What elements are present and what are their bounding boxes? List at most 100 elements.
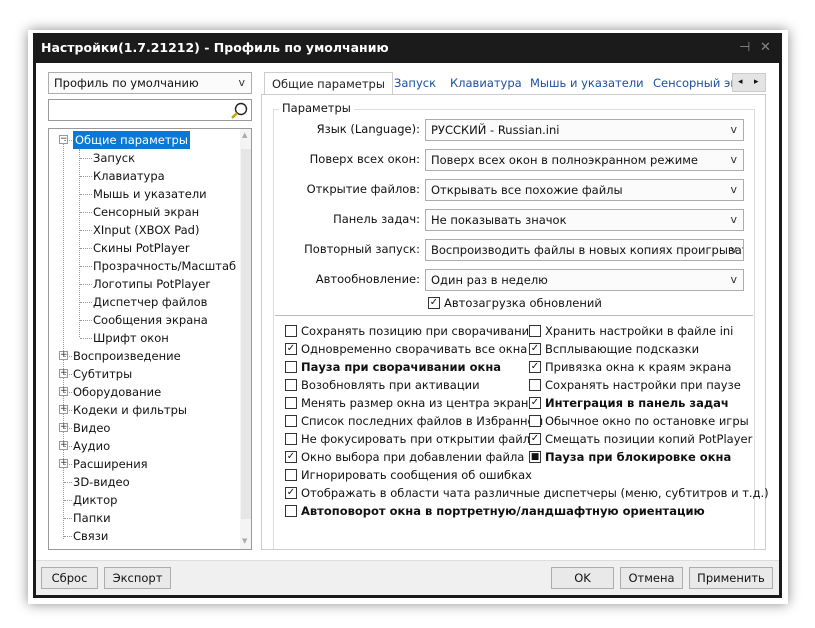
tree-item[interactable]: Шрифт окон xyxy=(49,329,239,347)
field-select[interactable]: Один раз в неделю v xyxy=(425,269,744,291)
checkbox[interactable]: Сохранять позицию при сворачивании xyxy=(285,322,537,340)
tab-scroll-right-icon[interactable]: ▸ xyxy=(754,74,759,91)
tab-1[interactable]: Запуск xyxy=(394,72,436,94)
chevron-down-icon: v xyxy=(730,153,737,166)
tree-item[interactable]: Логотипы PotPlayer xyxy=(49,275,239,293)
settings-window: Настройки(1.7.21212) - Профиль по умолча… xyxy=(33,33,782,598)
export-button[interactable]: Экспорт xyxy=(104,567,171,589)
checkbox-label: Автозагрузка обновлений xyxy=(444,296,602,310)
field-select[interactable]: Не показывать значок v xyxy=(425,209,744,231)
checkbox[interactable]: Не фокусировать при открытии файла xyxy=(285,430,537,448)
checkbox[interactable]: ✓ Всплывающие подсказки xyxy=(529,340,699,358)
tree-dots xyxy=(80,302,92,303)
tree-item[interactable]: Сообщения экрана xyxy=(49,311,239,329)
checkbox[interactable]: ✓ Автозагрузка обновлений xyxy=(428,294,602,312)
tree-item[interactable]: XInput (XBOX Pad) xyxy=(49,221,239,239)
checkbox[interactable]: Игнорировать сообщения об ошибках xyxy=(285,466,532,484)
tree-item[interactable]: + Видео xyxy=(49,419,239,437)
tree-item-label: Воспроизведение xyxy=(73,349,181,363)
tree-dots xyxy=(64,428,72,429)
checkbox-off-icon xyxy=(529,415,541,427)
tree-item[interactable]: Мышь и указатели xyxy=(49,185,239,203)
profile-select[interactable]: Профиль по умолчанию v xyxy=(48,72,252,94)
tab-3[interactable]: Мышь и указатели xyxy=(530,72,644,94)
tab-4[interactable]: Сенсорный экран xyxy=(653,72,732,94)
tree-dots xyxy=(80,212,92,213)
tab-0[interactable]: Общие параметры xyxy=(264,72,393,95)
checkbox[interactable]: ✓ Привязка окна к краям экрана xyxy=(529,358,731,376)
field-select[interactable]: РУССКИЙ - Russian.ini v xyxy=(425,119,744,141)
checkbox-off-icon xyxy=(529,379,541,391)
close-icon[interactable]: ✕ xyxy=(760,33,771,63)
chevron-down-icon: v xyxy=(730,183,737,196)
separator xyxy=(275,315,753,316)
tree-item-label: Шрифт окон xyxy=(93,331,169,345)
field-value: РУССКИЙ - Russian.ini xyxy=(431,123,560,137)
scroll-down-icon[interactable]: ▼ xyxy=(242,537,247,545)
tree-item[interactable]: + Расширения xyxy=(49,455,239,473)
tree-item[interactable]: Связи xyxy=(49,527,239,545)
field-value: Открывать все похожие файлы xyxy=(431,183,623,197)
checkbox-label: Смещать позиции копий PotPlayer xyxy=(545,432,753,446)
tree-item-label: Диспетчер файлов xyxy=(93,295,208,309)
pin-icon[interactable]: ⊣ xyxy=(739,33,750,63)
tree-item[interactable]: Папки xyxy=(49,509,239,527)
checkbox[interactable]: ✓ Окно выбора при добавлении файла xyxy=(285,448,524,466)
scroll-thumb[interactable] xyxy=(241,149,251,519)
tab-scroll-left-icon[interactable]: ◂ xyxy=(738,74,743,91)
tree-dots xyxy=(64,482,72,483)
field-select[interactable]: Поверх всех окон в полноэкранном режиме v xyxy=(425,149,744,171)
field-label: Открытие файлов: xyxy=(306,182,420,196)
field-label: Поверх всех окон: xyxy=(309,152,420,166)
checkbox[interactable]: ✓ Интеграция в панель задач xyxy=(529,394,729,412)
tree-dots xyxy=(64,140,72,141)
search-icon[interactable] xyxy=(230,102,248,119)
tree-item[interactable]: Запуск xyxy=(49,149,239,167)
tree-item[interactable]: Сенсорный экран xyxy=(49,203,239,221)
tree-item[interactable]: + Воспроизведение xyxy=(49,347,239,365)
ok-button[interactable]: OK xyxy=(551,567,614,589)
checkbox[interactable]: Сохранять настройки при паузе xyxy=(529,376,741,394)
window-title: Настройки(1.7.21212) - Профиль по умолча… xyxy=(41,40,389,55)
tab-2[interactable]: Клавиатура xyxy=(450,72,522,94)
tree-dots xyxy=(64,392,72,393)
tree-item[interactable]: − Общие параметры xyxy=(49,131,239,149)
field-select[interactable]: Воспроизводить файлы в новых копиях прои… xyxy=(425,239,744,261)
checkbox[interactable]: Возобновлять при активации xyxy=(285,376,480,394)
tree-item[interactable]: + Оборудование xyxy=(49,383,239,401)
checkbox[interactable]: ✓ Смещать позиции копий PotPlayer xyxy=(529,430,752,448)
tree-item[interactable]: Прозрачность/Масштаб xyxy=(49,257,239,275)
tree-item[interactable]: Диктор xyxy=(49,491,239,509)
checkbox[interactable]: Список последних файлов в Избранном xyxy=(285,412,543,430)
checkbox[interactable]: Менять размер окна из центра экрана xyxy=(285,394,535,412)
search-input[interactable] xyxy=(49,100,229,120)
field-label: Автообновление: xyxy=(315,272,420,286)
checkbox[interactable]: Обычное окно по остановке игры xyxy=(529,412,749,430)
tree-item[interactable]: + Субтитры xyxy=(49,365,239,383)
apply-button[interactable]: Применить xyxy=(689,567,773,589)
cancel-button[interactable]: Отмена xyxy=(620,567,683,589)
tree-item[interactable]: Клавиатура xyxy=(49,167,239,185)
checkbox-label: Сохранять настройки при паузе xyxy=(545,378,741,392)
checkbox[interactable]: Автоповорот окна в портретную/ландшафтну… xyxy=(285,502,705,520)
checkbox[interactable]: ■ Пауза при блокировке окна xyxy=(529,448,731,466)
tree-item-label: Видео xyxy=(73,421,111,435)
tree-item-label: Общие параметры xyxy=(73,131,190,149)
tree-item[interactable]: 3D-видео xyxy=(49,473,239,491)
field-select[interactable]: Открывать все похожие файлы v xyxy=(425,179,744,201)
checkbox[interactable]: Хранить настройки в файле ini xyxy=(529,322,733,340)
checkbox[interactable]: Пауза при сворачивании окна xyxy=(285,358,501,376)
field-label: Повторный запуск: xyxy=(304,242,420,256)
tree-item[interactable]: Скины PotPlayer xyxy=(49,239,239,257)
chevron-down-icon: v xyxy=(730,123,737,136)
tree-item[interactable]: + Аудио xyxy=(49,437,239,455)
tree-dots xyxy=(64,536,72,537)
profile-value: Профиль по умолчанию xyxy=(54,76,199,90)
checkbox[interactable]: ✓ Одновременно сворачивать все окна xyxy=(285,340,527,358)
tree-item[interactable]: Диспетчер файлов xyxy=(49,293,239,311)
tab-scroll: ◂ ▸ xyxy=(732,73,766,92)
checkbox[interactable]: ✓ Отображать в области чата различные дис… xyxy=(285,484,769,502)
tree-item[interactable]: + Кодеки и фильтры xyxy=(49,401,239,419)
tree-item[interactable]: Профили xyxy=(49,545,239,549)
reset-button[interactable]: Сброс xyxy=(41,567,98,589)
